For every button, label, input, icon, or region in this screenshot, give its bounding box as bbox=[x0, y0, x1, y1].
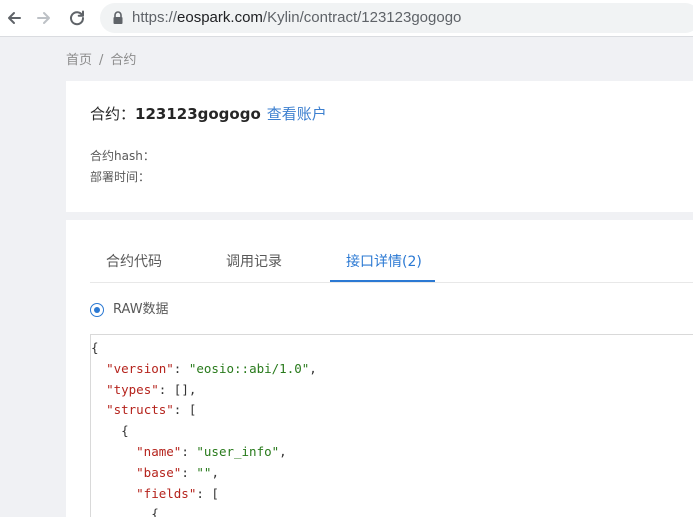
arrow-right-icon bbox=[37, 12, 50, 24]
reload-icon bbox=[70, 10, 85, 26]
code-line: "fields": [ bbox=[136, 485, 219, 501]
contract-detail-card: 合约代码 调用记录 接口详情(2) RAW数据 { "version": "eo… bbox=[66, 220, 693, 517]
contract-hash-row: 合约hash： bbox=[90, 149, 155, 163]
reload-button[interactable] bbox=[65, 6, 89, 30]
breadcrumb: 首页 / 合约 bbox=[66, 52, 136, 70]
abi-json-viewer: { "version": "eosio::abi/1.0", "types": … bbox=[90, 334, 693, 517]
code-line: "base": "", bbox=[136, 464, 219, 480]
tab-contract-code[interactable]: 合约代码 bbox=[106, 252, 162, 272]
arrow-left-icon bbox=[8, 12, 21, 24]
view-account-link[interactable]: 查看账户 bbox=[267, 105, 327, 123]
code-line: "types": [], bbox=[106, 381, 197, 397]
code-line: "name": "user_info", bbox=[136, 443, 287, 459]
breadcrumb-home[interactable]: 首页 bbox=[66, 52, 92, 70]
url-host: eospark.com bbox=[177, 9, 263, 26]
back-button[interactable] bbox=[2, 6, 26, 30]
raw-data-label: RAW数据 bbox=[113, 302, 169, 317]
url-path: /Kylin/contract/123123gogogo bbox=[262, 9, 462, 26]
code-line: "structs": [ bbox=[106, 402, 197, 418]
contract-label: 合约： bbox=[90, 105, 136, 123]
breadcrumb-separator: / bbox=[99, 53, 104, 68]
contract-info-card: 合约：123123gogogo 查看账户 合约hash： 部署时间： bbox=[66, 81, 693, 212]
deploy-time-row: 部署时间： bbox=[90, 170, 151, 184]
tab-call-records[interactable]: 调用记录 bbox=[226, 252, 282, 272]
contract-title: 合约：123123gogogo 查看账户 bbox=[90, 103, 327, 125]
address-bar[interactable]: https://eospark.com/Kylin/contract/12312… bbox=[100, 3, 693, 33]
breadcrumb-current: 合约 bbox=[110, 53, 137, 68]
code-line: { bbox=[151, 506, 159, 517]
url-scheme: https:// bbox=[132, 9, 178, 26]
tab-api-details[interactable]: 接口详情(2) bbox=[346, 252, 422, 272]
browser-toolbar: https://eospark.com/Kylin/contract/12312… bbox=[0, 0, 693, 37]
radio-checked-icon bbox=[90, 303, 104, 317]
active-tab-indicator bbox=[330, 280, 435, 282]
url-text: https://eospark.com/Kylin/contract/12312… bbox=[132, 9, 461, 27]
forward-button[interactable] bbox=[32, 6, 56, 30]
code-line: "version": "eosio::abi/1.0", bbox=[106, 360, 317, 376]
code-line: { bbox=[91, 340, 99, 355]
raw-data-radio[interactable]: RAW数据 bbox=[90, 300, 169, 320]
contract-name: 123123gogogo bbox=[135, 105, 261, 123]
tab-bar: 合约代码 调用记录 接口详情(2) bbox=[90, 220, 693, 283]
code-line: { bbox=[121, 423, 129, 439]
lock-icon bbox=[113, 11, 123, 24]
